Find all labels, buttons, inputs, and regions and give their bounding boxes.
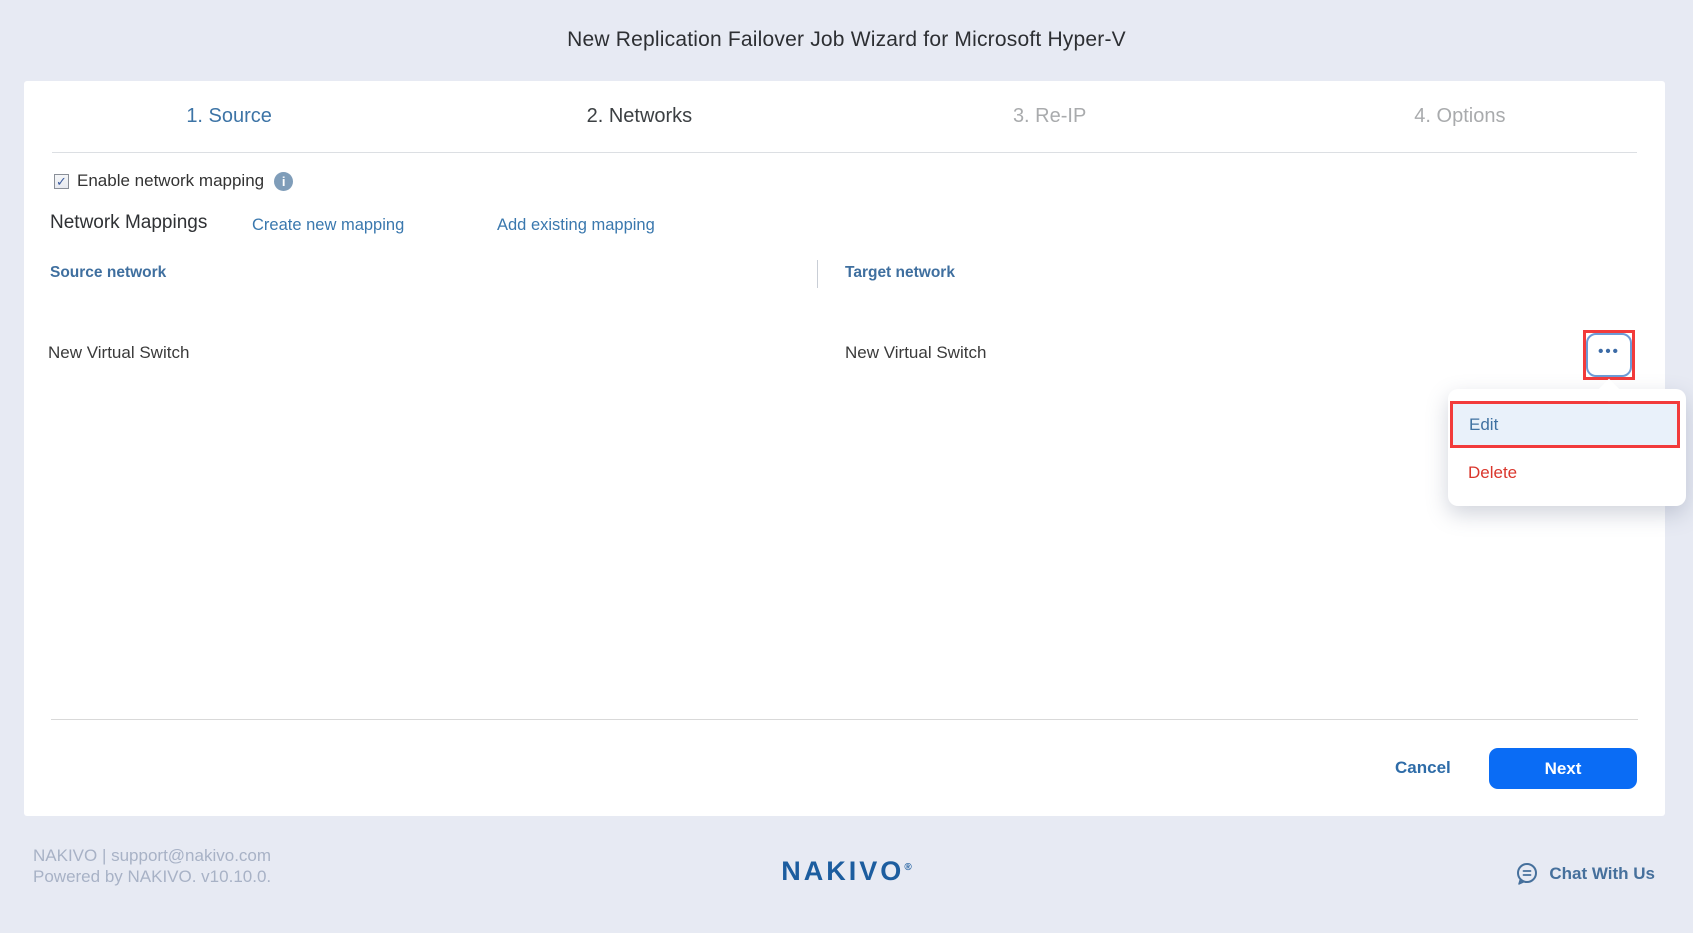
page-title: New Replication Failover Job Wizard for … [0,28,1693,52]
wizard-card: 1. Source 2. Networks 3. Re-IP 4. Option… [24,81,1665,816]
chat-with-us-label: Chat With Us [1549,864,1655,884]
menu-item-edit-label: Edit [1469,415,1498,435]
nakivo-logo-text: NAKIVO [781,856,904,886]
menu-item-edit[interactable]: Edit [1450,401,1680,448]
checkbox-check-icon: ✓ [56,175,67,188]
ellipsis-icon: ••• [1598,352,1620,358]
registered-mark: ® [904,862,911,873]
add-existing-mapping-link[interactable]: Add existing mapping [497,216,655,235]
tab-re-ip[interactable]: 3. Re-IP [845,105,1255,128]
enable-network-mapping-label: Enable network mapping [77,171,264,191]
tab-networks[interactable]: 2. Networks [434,105,844,128]
menu-item-delete[interactable]: Delete [1448,448,1686,498]
tab-options[interactable]: 4. Options [1255,105,1665,128]
source-network-column-header: Source network [50,264,166,282]
mapping-row-source-value: New Virtual Switch [48,343,189,363]
row-actions-menu: Edit Delete [1448,389,1686,506]
actions-divider [51,719,1638,720]
chat-bubble-icon [1515,862,1539,886]
column-divider [817,260,818,288]
mapping-row-target-value: New Virtual Switch [845,343,986,363]
menu-item-delete-label: Delete [1468,463,1517,483]
next-button[interactable]: Next [1489,748,1637,789]
wizard-window: New Replication Failover Job Wizard for … [0,0,1693,933]
enable-network-mapping-checkbox[interactable]: ✓ [54,174,69,189]
info-icon-glyph: i [282,174,286,189]
tabs-divider [52,152,1637,153]
create-new-mapping-link[interactable]: Create new mapping [252,216,404,235]
row-actions-button[interactable]: ••• [1586,333,1632,377]
chat-with-us-button[interactable]: Chat With Us [1515,862,1655,886]
target-network-column-header: Target network [845,264,955,282]
tab-source[interactable]: 1. Source [24,105,434,128]
nakivo-logo: NAKIVO® [0,856,1693,887]
network-mappings-heading: Network Mappings [50,212,207,234]
enable-network-mapping-row: ✓ Enable network mapping i [54,171,293,191]
wizard-steps: 1. Source 2. Networks 3. Re-IP 4. Option… [24,81,1665,152]
info-icon[interactable]: i [274,172,293,191]
cancel-button[interactable]: Cancel [1395,758,1451,778]
